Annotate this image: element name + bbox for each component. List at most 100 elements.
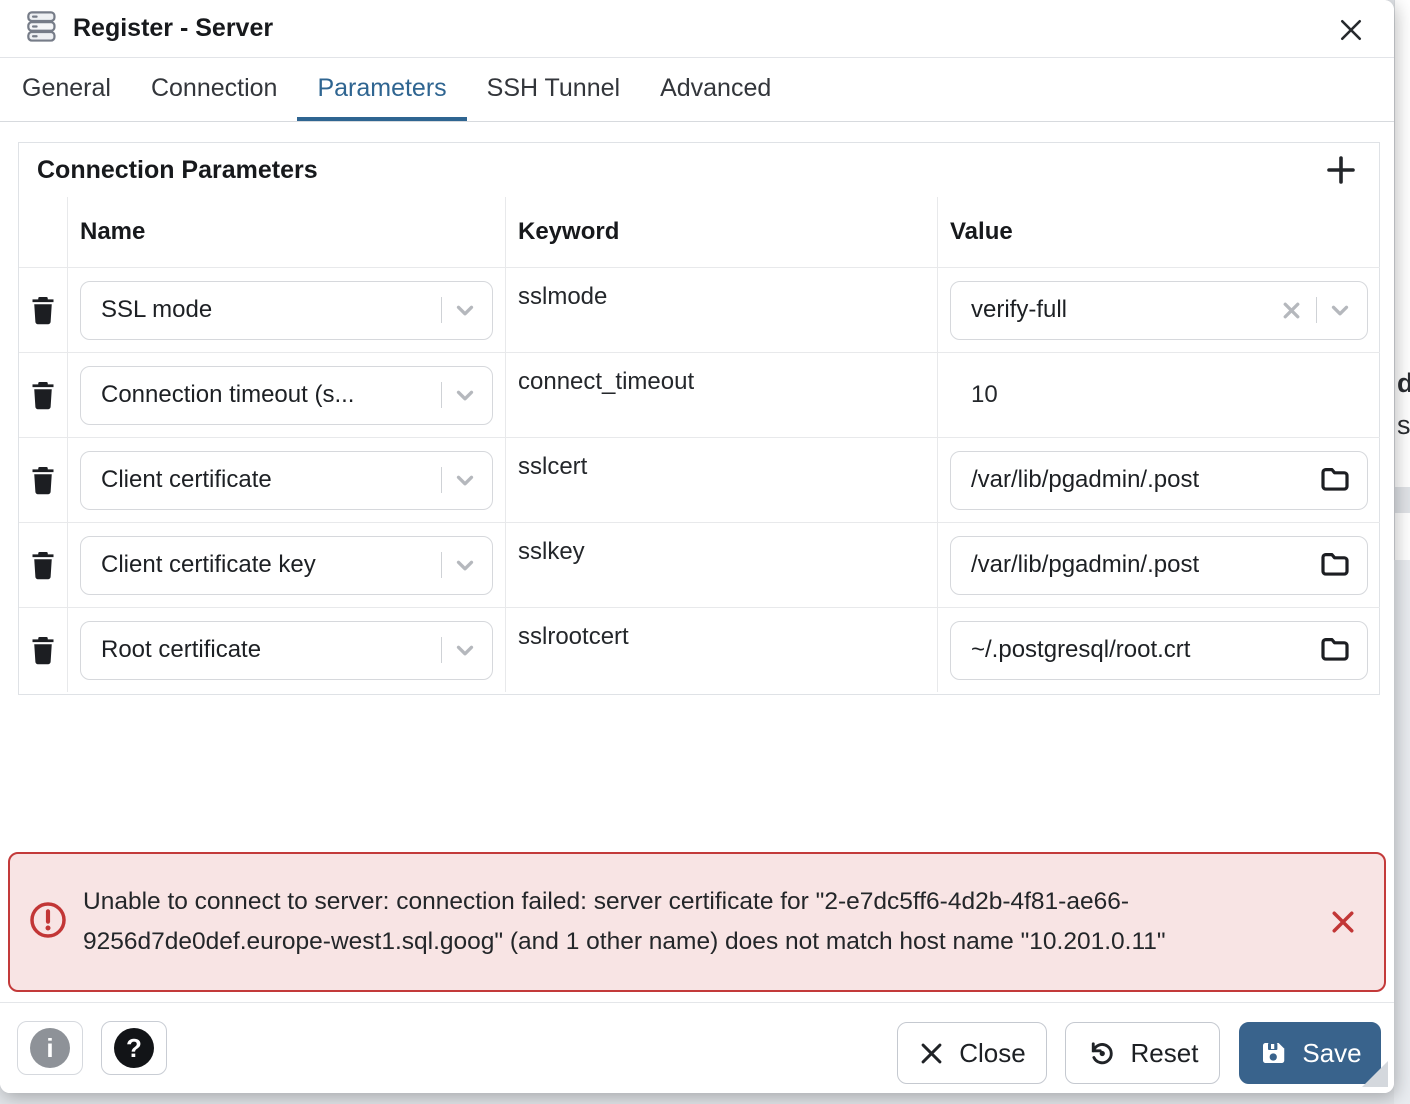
file-path-value: ~/.postgresql/root.crt (971, 636, 1309, 664)
column-header-name: Name (68, 197, 506, 267)
value-cell: /var/lib/pgadmin/.post (938, 522, 1380, 607)
select-divider (441, 552, 442, 578)
name-select[interactable]: Root certificate (80, 621, 493, 680)
delete-row-button[interactable] (19, 522, 68, 607)
name-select[interactable]: Connection timeout (s... (80, 366, 493, 425)
error-close-icon[interactable] (1324, 903, 1362, 941)
name-select-value: Connection timeout (s... (101, 381, 431, 409)
trash-icon (28, 294, 58, 327)
select-divider (441, 297, 442, 323)
server-stack-icon (22, 6, 60, 51)
file-path-input[interactable]: /var/lib/pgadmin/.post (950, 451, 1368, 510)
name-cell: SSL mode (68, 267, 506, 352)
name-cell: Connection timeout (s... (68, 352, 506, 437)
chevron-down-icon[interactable] (452, 467, 478, 493)
browse-file-button[interactable] (1317, 634, 1353, 666)
name-select[interactable]: Client certificate key (80, 536, 493, 595)
background-window-strip: dr s (1394, 0, 1410, 1104)
tab-parameters[interactable]: Parameters (297, 59, 466, 121)
error-icon (28, 900, 68, 945)
reset-undo-icon (1087, 1038, 1117, 1068)
file-path-input[interactable]: ~/.postgresql/root.crt (950, 621, 1368, 680)
chevron-down-icon[interactable] (1327, 297, 1353, 323)
name-select-value: Client certificate (101, 466, 431, 494)
select-divider (441, 382, 442, 408)
keyword-cell: sslmode (506, 267, 938, 352)
browse-file-button[interactable] (1317, 464, 1353, 496)
keyword-cell: connect_timeout (506, 352, 938, 437)
keyword-cell: sslrootcert (506, 607, 938, 692)
tab-general[interactable]: General (2, 59, 131, 121)
name-select-value: Client certificate key (101, 551, 431, 579)
value-cell[interactable]: 10 (938, 352, 1380, 437)
sql-info-button[interactable]: i (17, 1021, 83, 1075)
dialog-resize-grip[interactable] (1362, 1061, 1388, 1087)
tab-ssh-tunnel[interactable]: SSH Tunnel (467, 59, 640, 121)
trash-icon (28, 634, 58, 667)
delete-row-button[interactable] (19, 267, 68, 352)
dialog-title: Register - Server (73, 14, 273, 43)
delete-row-button[interactable] (19, 607, 68, 692)
dialog-tabbar: General Connection Parameters SSH Tunnel… (0, 59, 1394, 122)
reset-button[interactable]: Reset (1065, 1022, 1220, 1084)
background-window-content: dr s (1394, 0, 1410, 560)
file-path-value: /var/lib/pgadmin/.post (971, 551, 1309, 579)
folder-icon (1317, 464, 1353, 496)
add-parameter-button[interactable] (1319, 148, 1363, 192)
value-cell: /var/lib/pgadmin/.post (938, 437, 1380, 522)
table-header-spacer (19, 197, 68, 267)
error-message: Unable to connect to server: connection … (83, 882, 1310, 962)
column-header-value: Value (938, 197, 1380, 267)
save-button-label: Save (1302, 1038, 1361, 1069)
name-select[interactable]: SSL mode (80, 281, 493, 340)
chevron-down-icon[interactable] (452, 552, 478, 578)
close-button-label: Close (959, 1038, 1025, 1069)
chevron-down-icon[interactable] (452, 297, 478, 323)
background-text-fragment: s (1397, 410, 1410, 441)
browse-file-button[interactable] (1317, 549, 1353, 581)
dialog-close-icon[interactable] (1334, 13, 1368, 47)
name-cell: Client certificate key (68, 522, 506, 607)
clear-value-icon[interactable] (1279, 298, 1304, 323)
value-select-value: verify-full (971, 296, 1279, 324)
dialog-header: Register - Server (0, 0, 1394, 58)
keyword-cell: sslcert (506, 437, 938, 522)
help-icon: ? (114, 1028, 154, 1068)
connection-parameters-panel: Connection Parameters Name Keyword Value… (18, 142, 1380, 695)
tab-connection[interactable]: Connection (131, 59, 297, 121)
select-divider (1316, 297, 1317, 323)
file-path-value: /var/lib/pgadmin/.post (971, 466, 1309, 494)
save-button[interactable]: Save (1239, 1022, 1381, 1084)
name-cell: Root certificate (68, 607, 506, 692)
chevron-down-icon[interactable] (452, 382, 478, 408)
trash-icon (28, 464, 58, 497)
delete-row-button[interactable] (19, 437, 68, 522)
value-select[interactable]: verify-full (950, 281, 1368, 340)
register-server-dialog: Register - Server General Connection Par… (0, 0, 1394, 1093)
value-cell: ~/.postgresql/root.crt (938, 607, 1380, 692)
chevron-down-icon[interactable] (452, 637, 478, 663)
name-select-value: SSL mode (101, 296, 431, 324)
error-banner: Unable to connect to server: connection … (8, 852, 1386, 992)
dialog-footer: i ? Close Reset Save (0, 1002, 1394, 1093)
panel-header: Connection Parameters (19, 143, 1379, 197)
help-button[interactable]: ? (101, 1021, 167, 1075)
name-cell: Client certificate (68, 437, 506, 522)
background-text-fragment: dr (1397, 368, 1410, 399)
select-divider (441, 637, 442, 663)
select-divider (441, 467, 442, 493)
trash-icon (28, 379, 58, 412)
tab-advanced[interactable]: Advanced (640, 59, 791, 121)
folder-icon (1317, 634, 1353, 666)
column-header-keyword: Keyword (506, 197, 938, 267)
reset-button-label: Reset (1131, 1038, 1199, 1069)
name-select-value: Root certificate (101, 636, 431, 664)
value-cell: verify-full (938, 267, 1380, 352)
background-element (1395, 487, 1410, 513)
close-button[interactable]: Close (897, 1022, 1047, 1084)
value-text: 10 (971, 381, 998, 409)
file-path-input[interactable]: /var/lib/pgadmin/.post (950, 536, 1368, 595)
delete-row-button[interactable] (19, 352, 68, 437)
info-icon: i (30, 1028, 70, 1068)
name-select[interactable]: Client certificate (80, 451, 493, 510)
